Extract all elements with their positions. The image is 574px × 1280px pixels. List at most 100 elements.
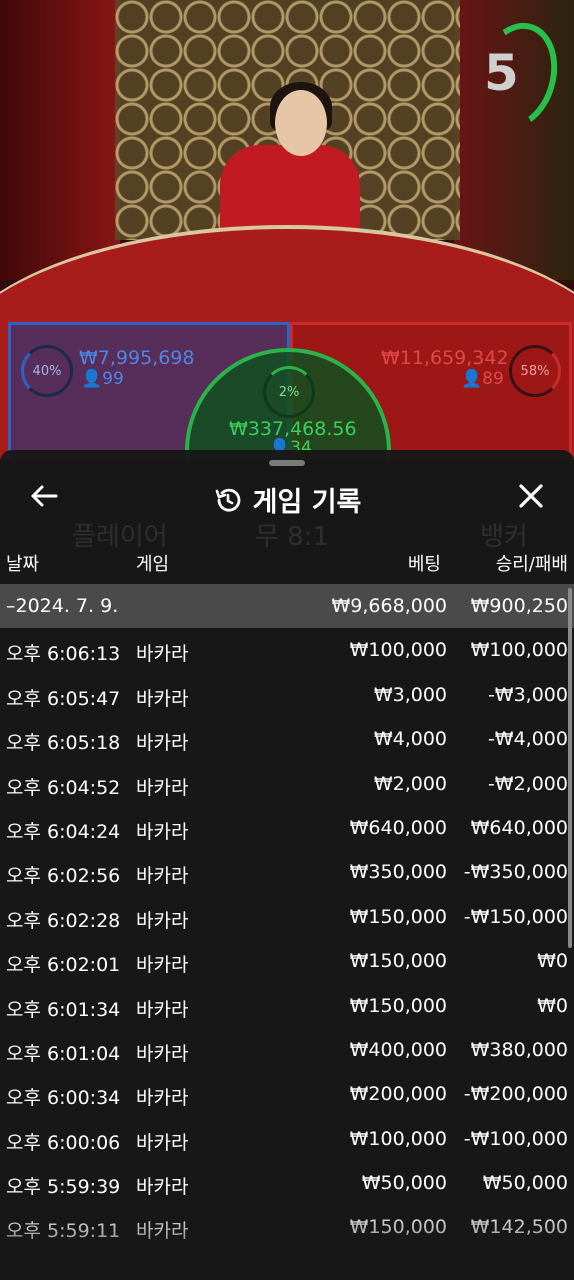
table-row[interactable]: 오후 6:04:24 바카라 ₩640,000 ₩640,000 [0,806,574,850]
row-time: 오후 6:02:28 [6,909,121,932]
row-game: 바카라 [136,1042,189,1065]
row-game: 바카라 [136,776,189,799]
row-result: -₩350,000 [463,861,568,884]
row-result: -₩100,000 [463,1127,568,1150]
person-icon: 👤 [461,369,483,389]
row-bet: ₩150,000 [349,1216,447,1239]
row-bet: ₩400,000 [349,1038,447,1061]
row-time: 오후 6:01:04 [6,1042,121,1065]
tie-percent: 2% [263,366,315,418]
table-row[interactable]: 오후 6:06:13 바카라 ₩100,000 ₩100,000 [0,628,574,672]
live-video-stream: 5 40% ₩7,995,698 👤99 ₩11,659,342 👤89 58%… [0,0,574,460]
scrollbar[interactable] [568,588,572,948]
row-result: ₩640,000 [470,816,568,839]
row-result: -₩3,000 [487,683,568,706]
date-label: –2024. 7. 9. [6,595,119,617]
row-bet: ₩150,000 [349,905,447,928]
drag-handle[interactable] [269,460,305,466]
background-banker-label: 뱅커 [480,522,528,552]
banker-total: ₩11,659,342 [381,347,509,369]
row-time: 오후 5:59:39 [6,1176,121,1199]
row-bet: ₩150,000 [349,950,447,973]
row-game: 바카라 [136,1131,189,1154]
row-game: 바카라 [136,687,189,710]
row-result: -₩150,000 [463,905,568,928]
row-time: 오후 6:00:34 [6,1087,121,1110]
row-result: -₩200,000 [463,1083,568,1106]
column-bet: 베팅 [407,554,441,575]
row-time: 오후 6:02:56 [6,865,121,888]
person-icon: 👤 [81,369,103,389]
table-row[interactable]: 오후 6:00:34 바카라 ₩200,000 -₩200,000 [0,1072,574,1116]
row-bet: ₩150,000 [349,994,447,1017]
table-row[interactable]: 오후 6:05:18 바카라 ₩4,000 -₩4,000 [0,717,574,761]
row-time: 오후 6:04:24 [6,820,121,843]
row-result: -₩4,000 [487,728,568,751]
history-list[interactable]: –2024. 7. 9. ₩9,668,000 ₩900,250 오후 6:06… [0,584,574,1250]
row-result: ₩50,000 [482,1172,568,1195]
table-row[interactable]: 오후 5:59:11 바카라 ₩150,000 ₩142,500 [0,1205,574,1249]
row-time: 오후 6:06:13 [6,643,121,666]
row-game: 바카라 [136,732,189,755]
close-x-icon [518,479,544,517]
row-game: 바카라 [136,998,189,1021]
table-row[interactable]: 오후 6:04:52 바카라 ₩2,000 -₩2,000 [0,762,574,806]
table-row[interactable]: 오후 6:05:47 바카라 ₩3,000 -₩3,000 [0,673,574,717]
row-bet: ₩3,000 [373,683,447,706]
row-game: 바카라 [136,1220,189,1243]
row-result: ₩100,000 [470,639,568,662]
row-game: 바카라 [136,909,189,932]
history-clock-icon [213,487,253,518]
banker-count: 👤89 [461,369,504,389]
row-time: 오후 6:01:34 [6,998,121,1021]
close-button[interactable] [514,478,548,518]
row-bet: ₩2,000 [373,772,447,795]
game-history-panel: 플레이어 무 8:1 뱅커 게임 기록 날짜 게임 베팅 승리/패배 –2024… [0,450,574,1280]
table-row[interactable]: 오후 6:01:04 바카라 ₩400,000 ₩380,000 [0,1028,574,1072]
table-row[interactable]: 오후 6:01:34 바카라 ₩150,000 ₩0 [0,984,574,1028]
row-result: ₩380,000 [470,1038,568,1061]
row-time: 오후 6:02:01 [6,954,121,977]
row-bet: ₩4,000 [373,728,447,751]
row-result: -₩2,000 [487,772,568,795]
row-game: 바카라 [136,643,189,666]
tie-total: ₩337,468.56 [229,418,357,440]
date-total-win-loss: ₩900,250 [470,595,568,617]
date-group-row[interactable]: –2024. 7. 9. ₩9,668,000 ₩900,250 [0,584,574,629]
row-time: 오후 6:05:18 [6,732,121,755]
row-game: 바카라 [136,954,189,977]
row-bet: ₩100,000 [349,639,447,662]
player-total: ₩7,995,698 [79,347,195,369]
row-result: ₩0 [537,994,568,1017]
row-time: 오후 6:00:06 [6,1131,121,1154]
table-row[interactable]: 오후 5:59:39 바카라 ₩50,000 ₩50,000 [0,1161,574,1205]
background-tie-label: 무 8:1 [255,522,330,552]
row-time: 오후 5:59:11 [6,1220,121,1243]
player-count: 👤99 [81,369,124,389]
row-bet: ₩50,000 [361,1172,447,1195]
row-bet: ₩350,000 [349,861,447,884]
row-bet: ₩200,000 [349,1083,447,1106]
table-row[interactable]: 오후 6:02:56 바카라 ₩350,000 -₩350,000 [0,850,574,894]
row-bet: ₩640,000 [349,816,447,839]
player-percent: 40% [21,345,73,397]
background-player-label: 플레이어 [72,522,168,552]
row-game: 바카라 [136,1176,189,1199]
row-game: 바카라 [136,1087,189,1110]
table-row[interactable]: 오후 6:02:28 바카라 ₩150,000 -₩150,000 [0,895,574,939]
column-game: 게임 [136,554,170,575]
row-game: 바카라 [136,865,189,888]
row-bet: ₩100,000 [349,1127,447,1150]
banker-percent: 58% [509,345,561,397]
row-result: ₩142,500 [470,1216,568,1239]
dealer [275,90,327,156]
countdown-timer: 5 [484,44,519,102]
panel-header: 게임 기록 [0,480,574,519]
table-row[interactable]: 오후 6:02:01 바카라 ₩150,000 ₩0 [0,939,574,983]
row-time: 오후 6:04:52 [6,776,121,799]
table-row[interactable]: 오후 6:00:06 바카라 ₩100,000 -₩100,000 [0,1117,574,1161]
table-header: 날짜 게임 베팅 승리/패배 [0,550,574,576]
row-result: ₩0 [537,950,568,973]
curtain-left [0,0,120,280]
date-total-bet: ₩9,668,000 [331,595,447,617]
